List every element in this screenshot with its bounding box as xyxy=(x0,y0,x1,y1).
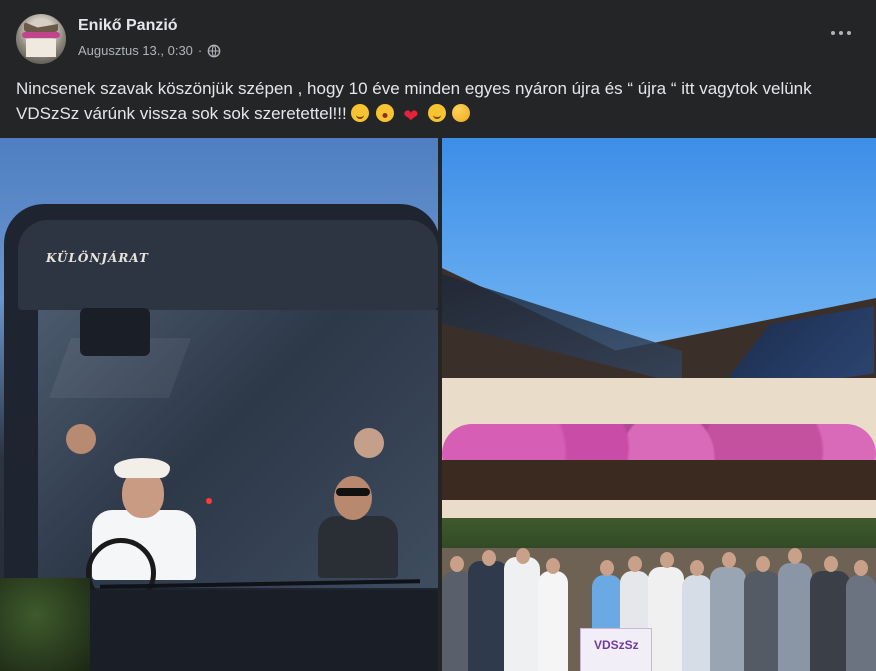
codriver-body xyxy=(318,516,398,578)
meta-separator: · xyxy=(197,43,203,58)
person xyxy=(682,575,712,671)
person xyxy=(504,557,540,671)
post-timestamp[interactable]: Augusztus 13., 0:30 xyxy=(78,43,193,58)
group-photo[interactable]: VDSzSz xyxy=(442,138,876,671)
face-with-open-mouth-icon xyxy=(376,104,395,122)
shrub xyxy=(0,578,90,671)
crowd xyxy=(442,548,876,671)
post-text: Nincsenek szavak köszönjük szépen , hogy… xyxy=(16,76,856,126)
more-options-icon[interactable] xyxy=(830,28,852,38)
winking-face-icon xyxy=(427,104,446,122)
page-avatar[interactable] xyxy=(16,14,66,64)
person xyxy=(744,571,780,671)
partying-face-icon xyxy=(452,104,471,122)
person xyxy=(538,571,568,671)
globe-icon[interactable] xyxy=(207,44,221,58)
person-head xyxy=(600,560,614,576)
person xyxy=(810,571,850,671)
person-head xyxy=(722,552,736,568)
person xyxy=(846,575,876,671)
avatar-flowers xyxy=(22,32,60,38)
person-head xyxy=(788,548,802,564)
person-head xyxy=(516,548,530,564)
sunglasses xyxy=(336,488,370,496)
person xyxy=(778,563,812,671)
post-header: Enikő Panzió Augusztus 13., 0:30 · xyxy=(0,0,876,70)
passenger xyxy=(66,424,96,454)
person-head xyxy=(546,558,560,574)
passenger xyxy=(354,428,384,458)
person-head xyxy=(824,556,838,572)
bus-mirror xyxy=(80,308,150,356)
person-head xyxy=(690,560,704,576)
person-head xyxy=(660,552,674,568)
red-heart-icon: ❤ xyxy=(403,106,419,126)
person-head xyxy=(450,556,464,572)
avatar-wall xyxy=(26,39,56,57)
person-head xyxy=(854,560,868,576)
page-name-link[interactable]: Enikő Panzió xyxy=(78,17,178,35)
dashboard-light xyxy=(206,498,212,504)
bus-sign: KÜLÖNJÁRAT xyxy=(46,251,149,265)
balcony xyxy=(442,460,876,500)
post-meta: Augusztus 13., 0:30 · xyxy=(78,43,221,58)
person-head xyxy=(628,556,642,572)
bus-dashboard xyxy=(38,590,438,671)
bus-photo[interactable]: KÜLÖNJÁRAT xyxy=(0,138,438,671)
banner-text: VDSzSz xyxy=(594,638,639,652)
smiling-face-icon xyxy=(351,104,370,122)
person-head xyxy=(482,550,496,566)
person-head xyxy=(756,556,770,572)
person xyxy=(710,567,746,671)
bus-top xyxy=(18,220,438,310)
driver-hat xyxy=(114,458,170,478)
person xyxy=(648,567,684,671)
person xyxy=(468,561,508,671)
codriver-head xyxy=(334,476,372,520)
avatar-roof xyxy=(24,22,58,32)
